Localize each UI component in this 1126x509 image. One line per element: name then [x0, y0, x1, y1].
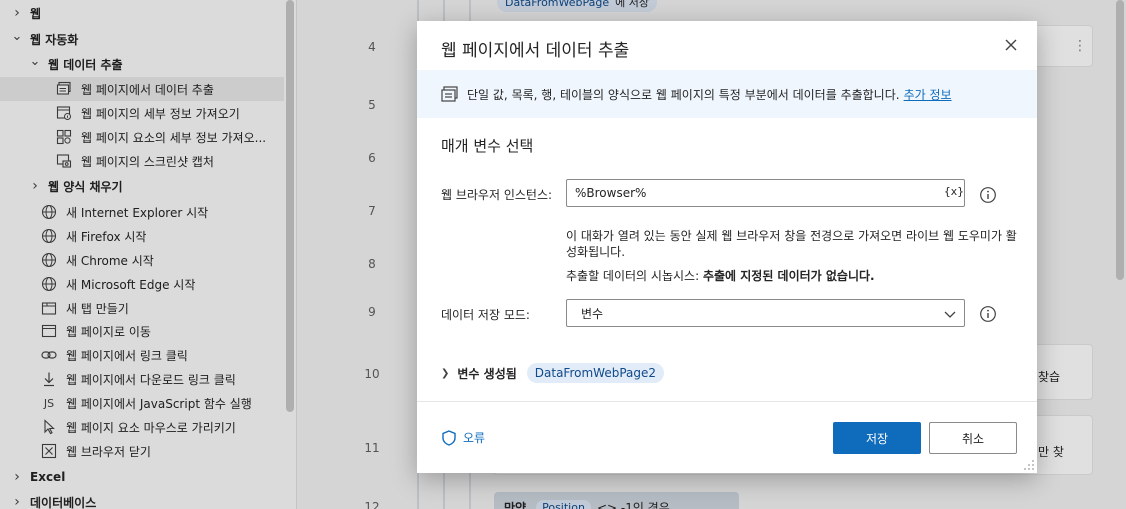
dialog-title: 웹 페이지에서 데이터 추출	[441, 41, 630, 61]
info-banner: 단일 값, 목록, 행, 테이블의 양식으로 웹 페이지의 특정 부분에서 데이…	[417, 70, 1037, 118]
info-icon[interactable]	[979, 186, 997, 204]
output-variable-pill[interactable]: DataFromWebPage2	[526, 363, 665, 383]
live-helper-hint: 이 대화가 열려 있는 동안 실제 웹 브라우저 창을 전경으로 가져오면 라이…	[566, 229, 1017, 259]
errors-label: 오류	[463, 431, 486, 445]
extract-data-dialog: 웹 페이지에서 데이터 추출 단일 값, 목록, 행, 테이블의 양식으로 웹 …	[417, 21, 1037, 473]
store-mode-label: 데이터 저장 모드:	[441, 308, 530, 322]
close-icon	[1005, 39, 1017, 51]
shield-icon	[442, 429, 456, 446]
save-button[interactable]: 저장	[833, 422, 921, 454]
banner-text: 단일 값, 목록, 행, 테이블의 양식으로 웹 페이지의 특정 부분에서 데이…	[467, 87, 900, 102]
parameters-section-title: 매개 변수 선택	[441, 137, 534, 155]
learn-more-link[interactable]: 추가 정보	[904, 86, 952, 103]
store-mode-select[interactable]: 변수	[566, 299, 965, 327]
close-button[interactable]	[1002, 36, 1020, 54]
info-icon[interactable]	[979, 305, 997, 323]
data-preview-line: 추출할 데이터의 시놉시스: 추출에 지정된 데이터가 없습니다.	[566, 267, 875, 284]
chevron-right-icon: ❯	[441, 367, 450, 379]
chevron-down-icon	[944, 311, 956, 318]
variables-produced-expander[interactable]: ❯ 변수 생성됨 DataFromWebPage2	[441, 363, 665, 383]
resize-grip-icon[interactable]	[1023, 459, 1035, 471]
browser-instance-input[interactable]	[566, 179, 965, 207]
footer-divider	[417, 401, 1037, 402]
extract-data-icon	[441, 85, 459, 103]
variable-picker-icon[interactable]: {x}	[944, 185, 964, 198]
variables-produced-label: 변수 생성됨	[457, 366, 517, 381]
store-mode-value: 변수	[581, 306, 604, 321]
data-preview-label: 추출할 데이터의 시놉시스:	[566, 269, 703, 283]
data-preview-value: 추출에 지정된 데이터가 없습니다.	[702, 269, 875, 283]
cancel-button[interactable]: 취소	[929, 422, 1017, 454]
browser-instance-label: 웹 브라우저 인스턴스:	[441, 188, 553, 202]
errors-button[interactable]: 오류	[441, 429, 485, 446]
